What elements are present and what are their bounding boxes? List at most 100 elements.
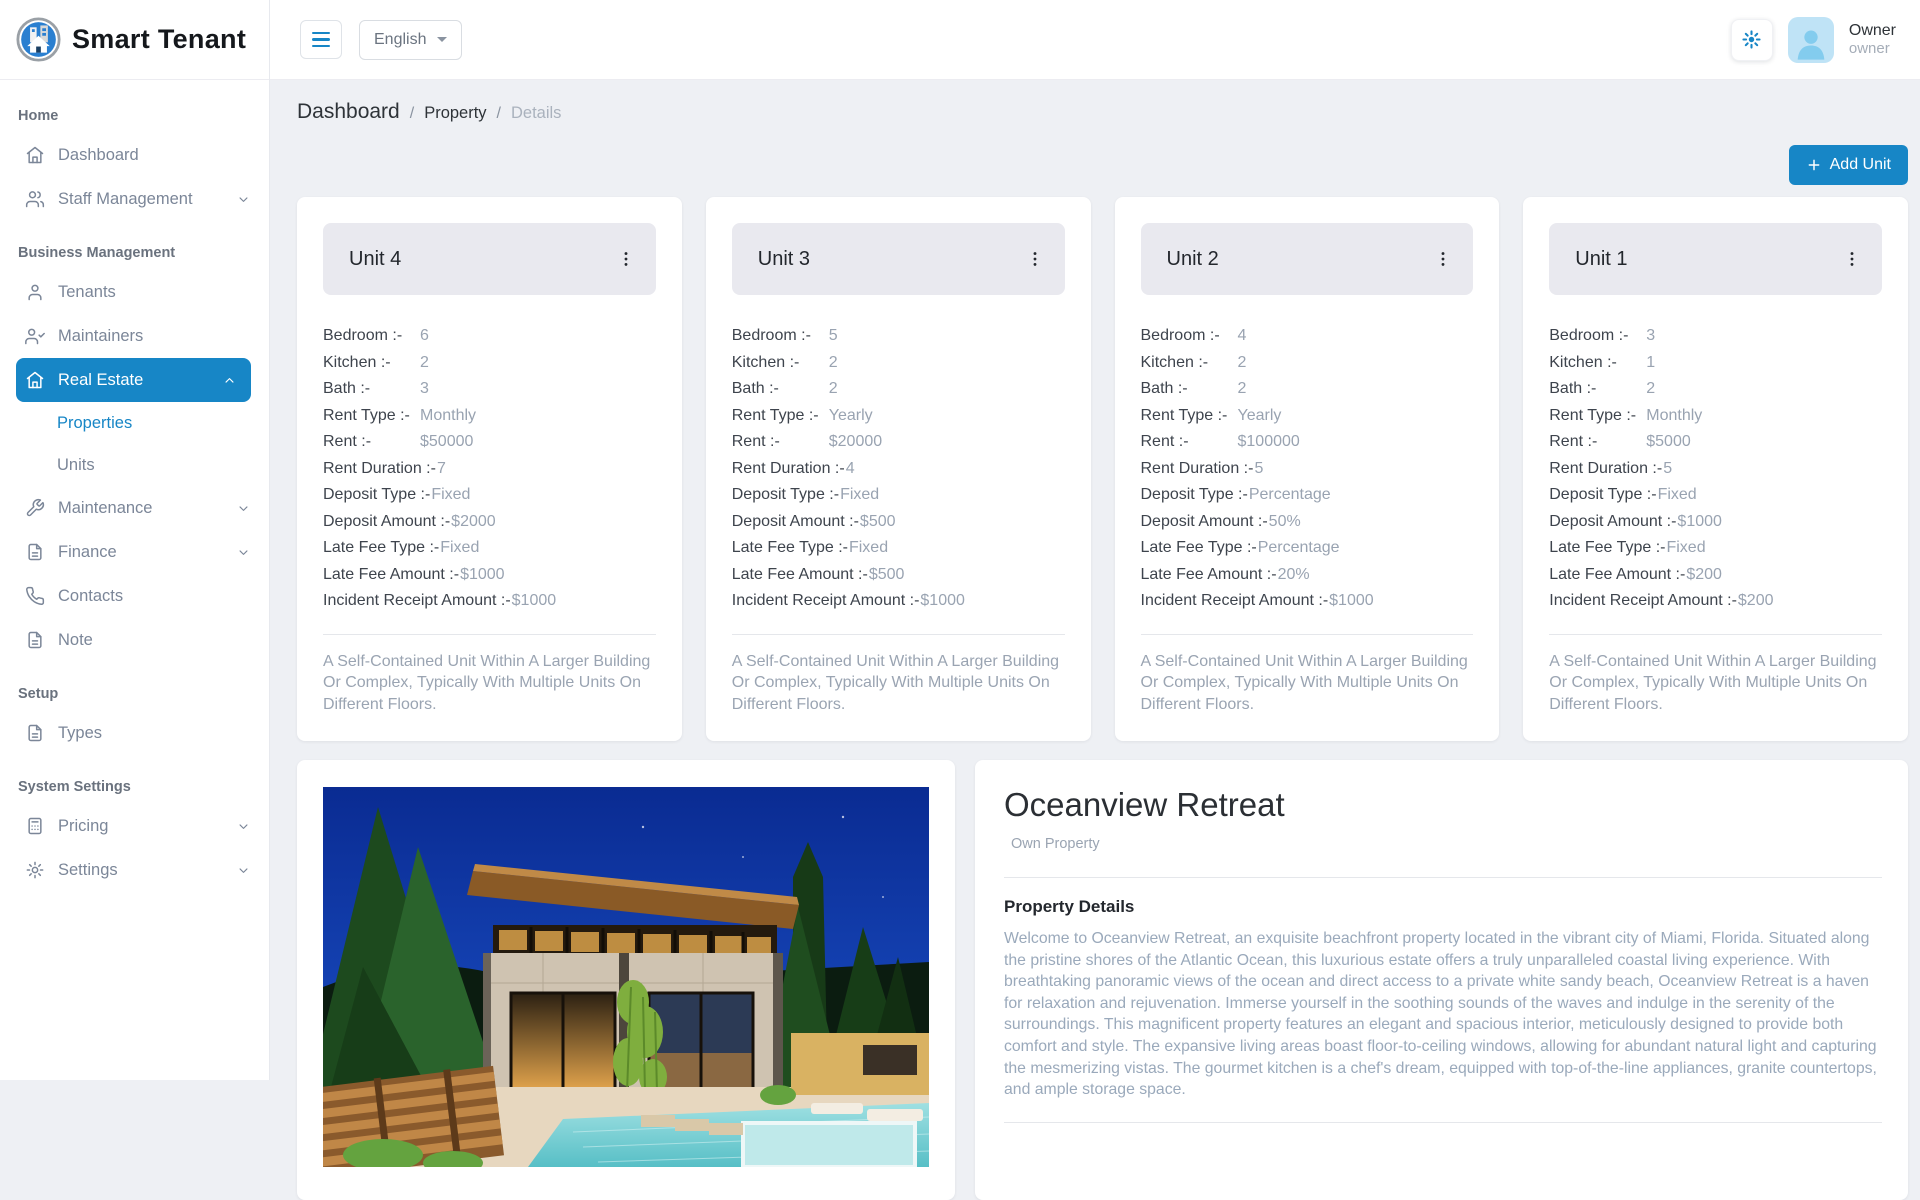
unit-title: Unit 1 <box>1575 248 1627 271</box>
kebab-menu-icon[interactable] <box>1433 249 1453 269</box>
sidebar-item-label: Dashboard <box>58 146 139 165</box>
topbar: English Owner owner <box>270 0 1920 80</box>
detail-label: Rent :- <box>732 433 829 451</box>
unit-details: Bedroom :-6Kitchen :-2Bath :-3Rent Type … <box>323 323 656 615</box>
divider <box>1141 634 1474 635</box>
detail-label: Rent Type :- <box>1549 407 1646 425</box>
unit-details: Bedroom :-5Kitchen :-2Bath :-2Rent Type … <box>732 323 1065 615</box>
unit-detail-row: Rent Type :-Monthly <box>323 403 656 430</box>
breadcrumb-separator: / <box>497 105 501 123</box>
detail-value: 2 <box>829 380 838 398</box>
unit-detail-row: Rent Duration :-4 <box>732 456 1065 483</box>
user-name: Owner <box>1849 21 1896 40</box>
detail-label: Deposit Type :- <box>1141 486 1248 504</box>
sidebar-subitem-properties[interactable]: Properties <box>0 402 269 444</box>
divider <box>323 634 656 635</box>
breadcrumb-property[interactable]: Property <box>424 104 486 123</box>
unit-detail-row: Bedroom :-3 <box>1549 323 1882 350</box>
sidebar-item-real-estate[interactable]: Real Estate <box>16 358 251 402</box>
detail-value: $100000 <box>1238 433 1300 451</box>
detail-label: Deposit Amount :- <box>323 513 450 531</box>
property-info-card: Oceanview Retreat Own Property Property … <box>975 760 1908 1200</box>
unit-detail-row: Rent Type :-Yearly <box>1141 403 1474 430</box>
sidebar-item-finance[interactable]: Finance <box>0 530 269 574</box>
sidebar-item-pricing[interactable]: Pricing <box>0 804 269 848</box>
language-select[interactable]: English <box>359 20 462 60</box>
detail-value: $200 <box>1738 592 1774 610</box>
unit-description: A Self-Contained Unit Within A Larger Bu… <box>1549 651 1882 716</box>
detail-label: Late Fee Amount :- <box>323 566 459 584</box>
hamburger-menu-button[interactable] <box>300 20 342 59</box>
unit-detail-row: Late Fee Amount :-20% <box>1141 562 1474 589</box>
avatar[interactable] <box>1788 17 1834 63</box>
unit-detail-row: Bath :-2 <box>1549 376 1882 403</box>
sidebar-subitem-units[interactable]: Units <box>0 444 269 486</box>
unit-detail-row: Kitchen :-2 <box>1141 350 1474 377</box>
detail-label: Bedroom :- <box>1549 327 1646 345</box>
kebab-menu-icon[interactable] <box>1842 249 1862 269</box>
calculator-icon <box>25 816 45 836</box>
sidebar-item-maintenance[interactable]: Maintenance <box>0 486 269 530</box>
unit-detail-row: Rent Duration :-5 <box>1549 456 1882 483</box>
settings-gear-button[interactable] <box>1731 19 1773 61</box>
detail-label: Kitchen :- <box>1549 354 1646 372</box>
detail-value: $1000 <box>920 592 965 610</box>
divider <box>1549 634 1882 635</box>
units-grid: Unit 4Bedroom :-6Kitchen :-2Bath :-3Rent… <box>297 197 1908 741</box>
sidebar-item-staff-management[interactable]: Staff Management <box>0 177 269 221</box>
kebab-menu-icon[interactable] <box>616 249 636 269</box>
sidebar-nav: HomeDashboardStaff ManagementBusiness Ma… <box>0 80 269 892</box>
breadcrumb-dashboard[interactable]: Dashboard <box>297 100 400 124</box>
unit-card-header: Unit 1 <box>1549 223 1882 295</box>
unit-card-header: Unit 3 <box>732 223 1065 295</box>
detail-value: Fixed <box>440 539 479 557</box>
wrench-icon <box>25 498 45 518</box>
unit-detail-row: Bath :-2 <box>732 376 1065 403</box>
detail-value: $1000 <box>1677 513 1722 531</box>
home-icon <box>25 145 45 165</box>
breadcrumb-details: Details <box>511 104 561 123</box>
detail-label: Late Fee Type :- <box>323 539 439 557</box>
detail-value: 4 <box>1238 327 1247 345</box>
sidebar-item-maintainers[interactable]: Maintainers <box>0 314 269 358</box>
unit-detail-row: Late Fee Amount :-$200 <box>1549 562 1882 589</box>
unit-card: Unit 1Bedroom :-3Kitchen :-1Bath :-2Rent… <box>1523 197 1908 741</box>
kebab-menu-icon[interactable] <box>1025 249 1045 269</box>
unit-detail-row: Late Fee Type :-Percentage <box>1141 535 1474 562</box>
detail-value: 2 <box>420 354 429 372</box>
unit-detail-row: Late Fee Amount :-$500 <box>732 562 1065 589</box>
detail-label: Kitchen :- <box>323 354 420 372</box>
detail-value: 3 <box>1646 327 1655 345</box>
detail-value: 3 <box>420 380 429 398</box>
unit-detail-row: Late Fee Type :-Fixed <box>323 535 656 562</box>
sidebar-item-contacts[interactable]: Contacts <box>0 574 269 618</box>
sidebar-section-label: System Settings <box>0 755 269 804</box>
chevron-down-icon <box>236 819 251 834</box>
unit-detail-row: Rent :-$100000 <box>1141 429 1474 456</box>
detail-value: 5 <box>1254 460 1263 478</box>
sidebar: Smart Tenant HomeDashboardStaff Manageme… <box>0 0 270 1080</box>
sidebar-item-types[interactable]: Types <box>0 711 269 755</box>
detail-value: Yearly <box>829 407 873 425</box>
detail-label: Deposit Type :- <box>323 486 430 504</box>
detail-label: Late Fee Amount :- <box>1549 566 1685 584</box>
detail-value: 2 <box>1238 354 1247 372</box>
sidebar-item-dashboard[interactable]: Dashboard <box>0 133 269 177</box>
property-photo-card <box>297 760 955 1200</box>
unit-description: A Self-Contained Unit Within A Larger Bu… <box>732 651 1065 716</box>
add-unit-button[interactable]: Add Unit <box>1789 145 1908 185</box>
sidebar-item-note[interactable]: Note <box>0 618 269 662</box>
detail-value: Fixed <box>840 486 879 504</box>
detail-label: Late Fee Type :- <box>1141 539 1257 557</box>
file-icon <box>25 723 45 743</box>
sidebar-item-settings[interactable]: Settings <box>0 848 269 892</box>
unit-detail-row: Late Fee Amount :-$1000 <box>323 562 656 589</box>
sidebar-item-label: Staff Management <box>58 190 193 209</box>
sidebar-item-tenants[interactable]: Tenants <box>0 270 269 314</box>
unit-detail-row: Rent :-$20000 <box>732 429 1065 456</box>
unit-detail-row: Late Fee Type :-Fixed <box>1549 535 1882 562</box>
detail-value: Monthly <box>1646 407 1702 425</box>
detail-label: Incident Receipt Amount :- <box>732 592 920 610</box>
detail-value: 1 <box>1646 354 1655 372</box>
detail-value: 50% <box>1269 513 1301 531</box>
